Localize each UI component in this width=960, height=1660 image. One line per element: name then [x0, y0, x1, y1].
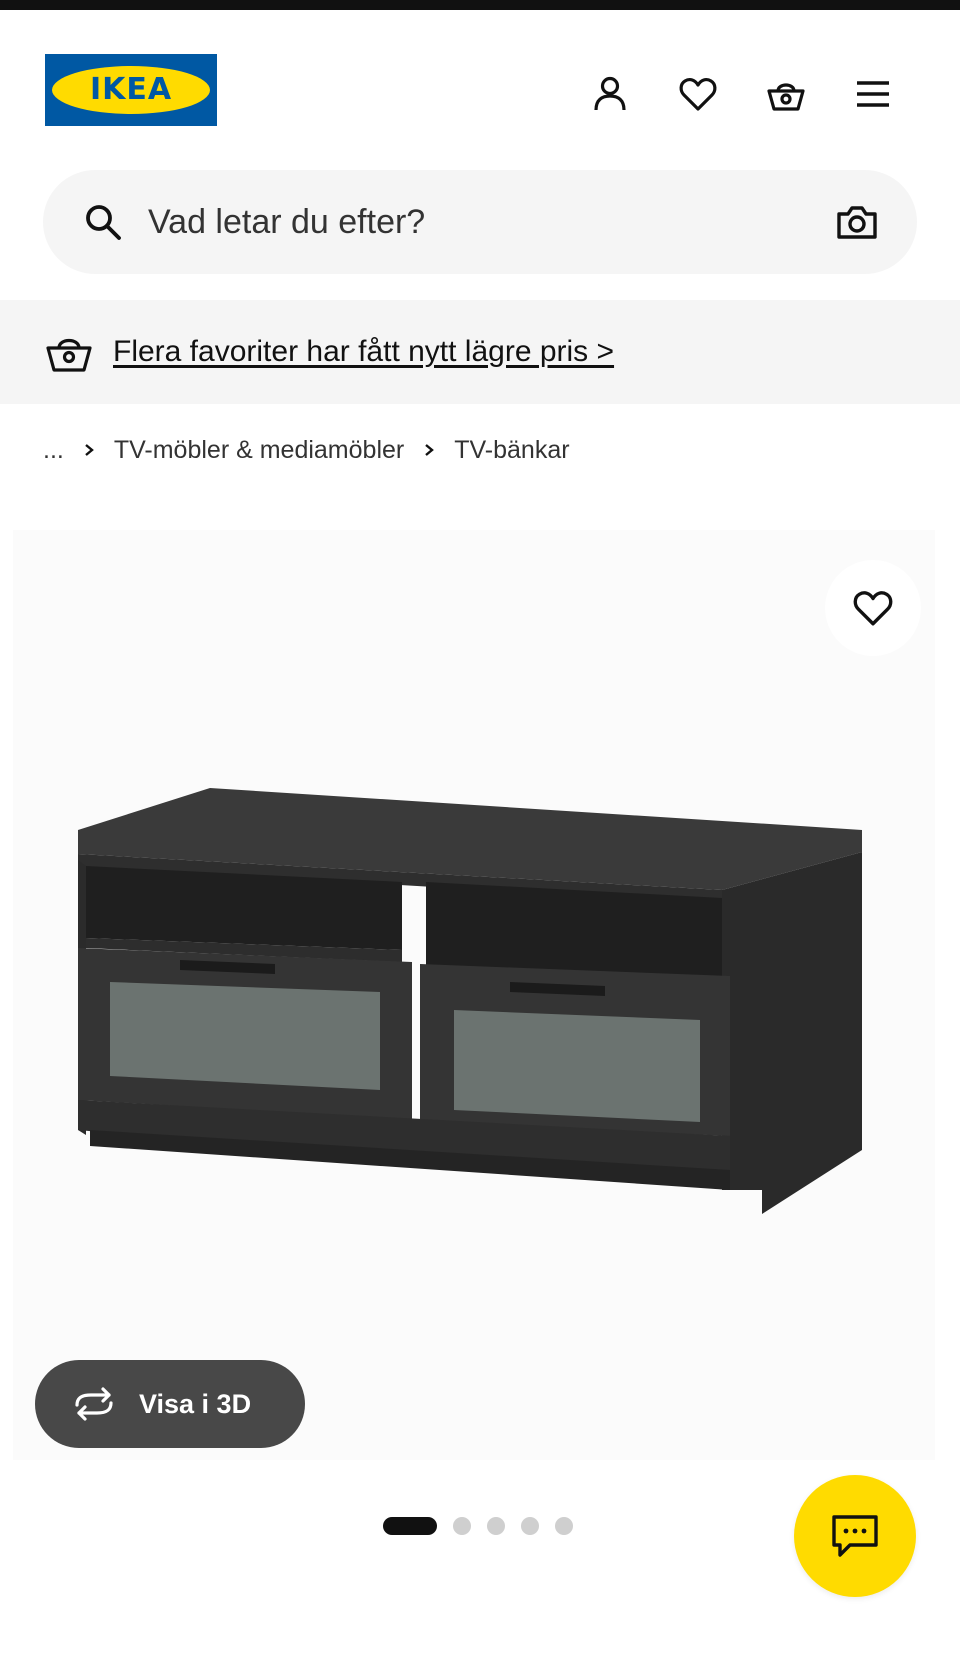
chevron-right-icon — [422, 443, 436, 457]
basket-icon — [46, 338, 92, 372]
breadcrumb: ... TV-möbler & mediamöbler TV-bänkar — [43, 432, 570, 468]
chat-bubble-icon — [832, 1515, 878, 1557]
breadcrumb-item-tv-bankar[interactable]: TV-bänkar — [454, 436, 569, 465]
site-header: IKEA — [0, 10, 960, 160]
promo-link[interactable]: Flera favoriter har fått nytt lägre pris… — [113, 330, 614, 374]
chevron-right-icon — [82, 443, 96, 457]
carousel-dot-2[interactable] — [453, 1517, 471, 1535]
basket-icon[interactable] — [762, 70, 810, 118]
ikea-logo[interactable]: IKEA — [45, 54, 217, 126]
heart-icon[interactable] — [674, 70, 722, 118]
logo-text: IKEA — [89, 72, 173, 107]
view-in-3d-label: Visa i 3D — [139, 1388, 252, 1419]
carousel-dot-5[interactable] — [555, 1517, 573, 1535]
carousel-dot-1[interactable] — [383, 1517, 437, 1535]
breadcrumb-item-tv-mobler[interactable]: TV-möbler & mediamöbler — [114, 436, 404, 465]
top-status-strip — [0, 0, 960, 10]
hamburger-menu-icon[interactable] — [849, 70, 897, 118]
rotate-3d-icon — [75, 1387, 113, 1421]
search-input[interactable] — [148, 170, 748, 274]
carousel-dots — [383, 1517, 573, 1535]
carousel-dot-4[interactable] — [521, 1517, 539, 1535]
view-in-3d-button[interactable]: Visa i 3D — [35, 1360, 305, 1448]
logo-oval: IKEA — [52, 66, 210, 114]
user-icon[interactable] — [586, 70, 634, 118]
carousel-dot-3[interactable] — [487, 1517, 505, 1535]
chat-button[interactable] — [794, 1475, 916, 1597]
heart-icon — [853, 591, 893, 626]
favorite-button[interactable] — [825, 560, 921, 656]
search-bar[interactable] — [43, 170, 917, 274]
product-image — [78, 788, 862, 1214]
breadcrumb-ellipsis[interactable]: ... — [43, 436, 64, 465]
search-icon[interactable] — [83, 202, 123, 242]
promo-banner: Flera favoriter har fått nytt lägre pris… — [0, 300, 960, 404]
camera-icon[interactable] — [835, 200, 879, 244]
